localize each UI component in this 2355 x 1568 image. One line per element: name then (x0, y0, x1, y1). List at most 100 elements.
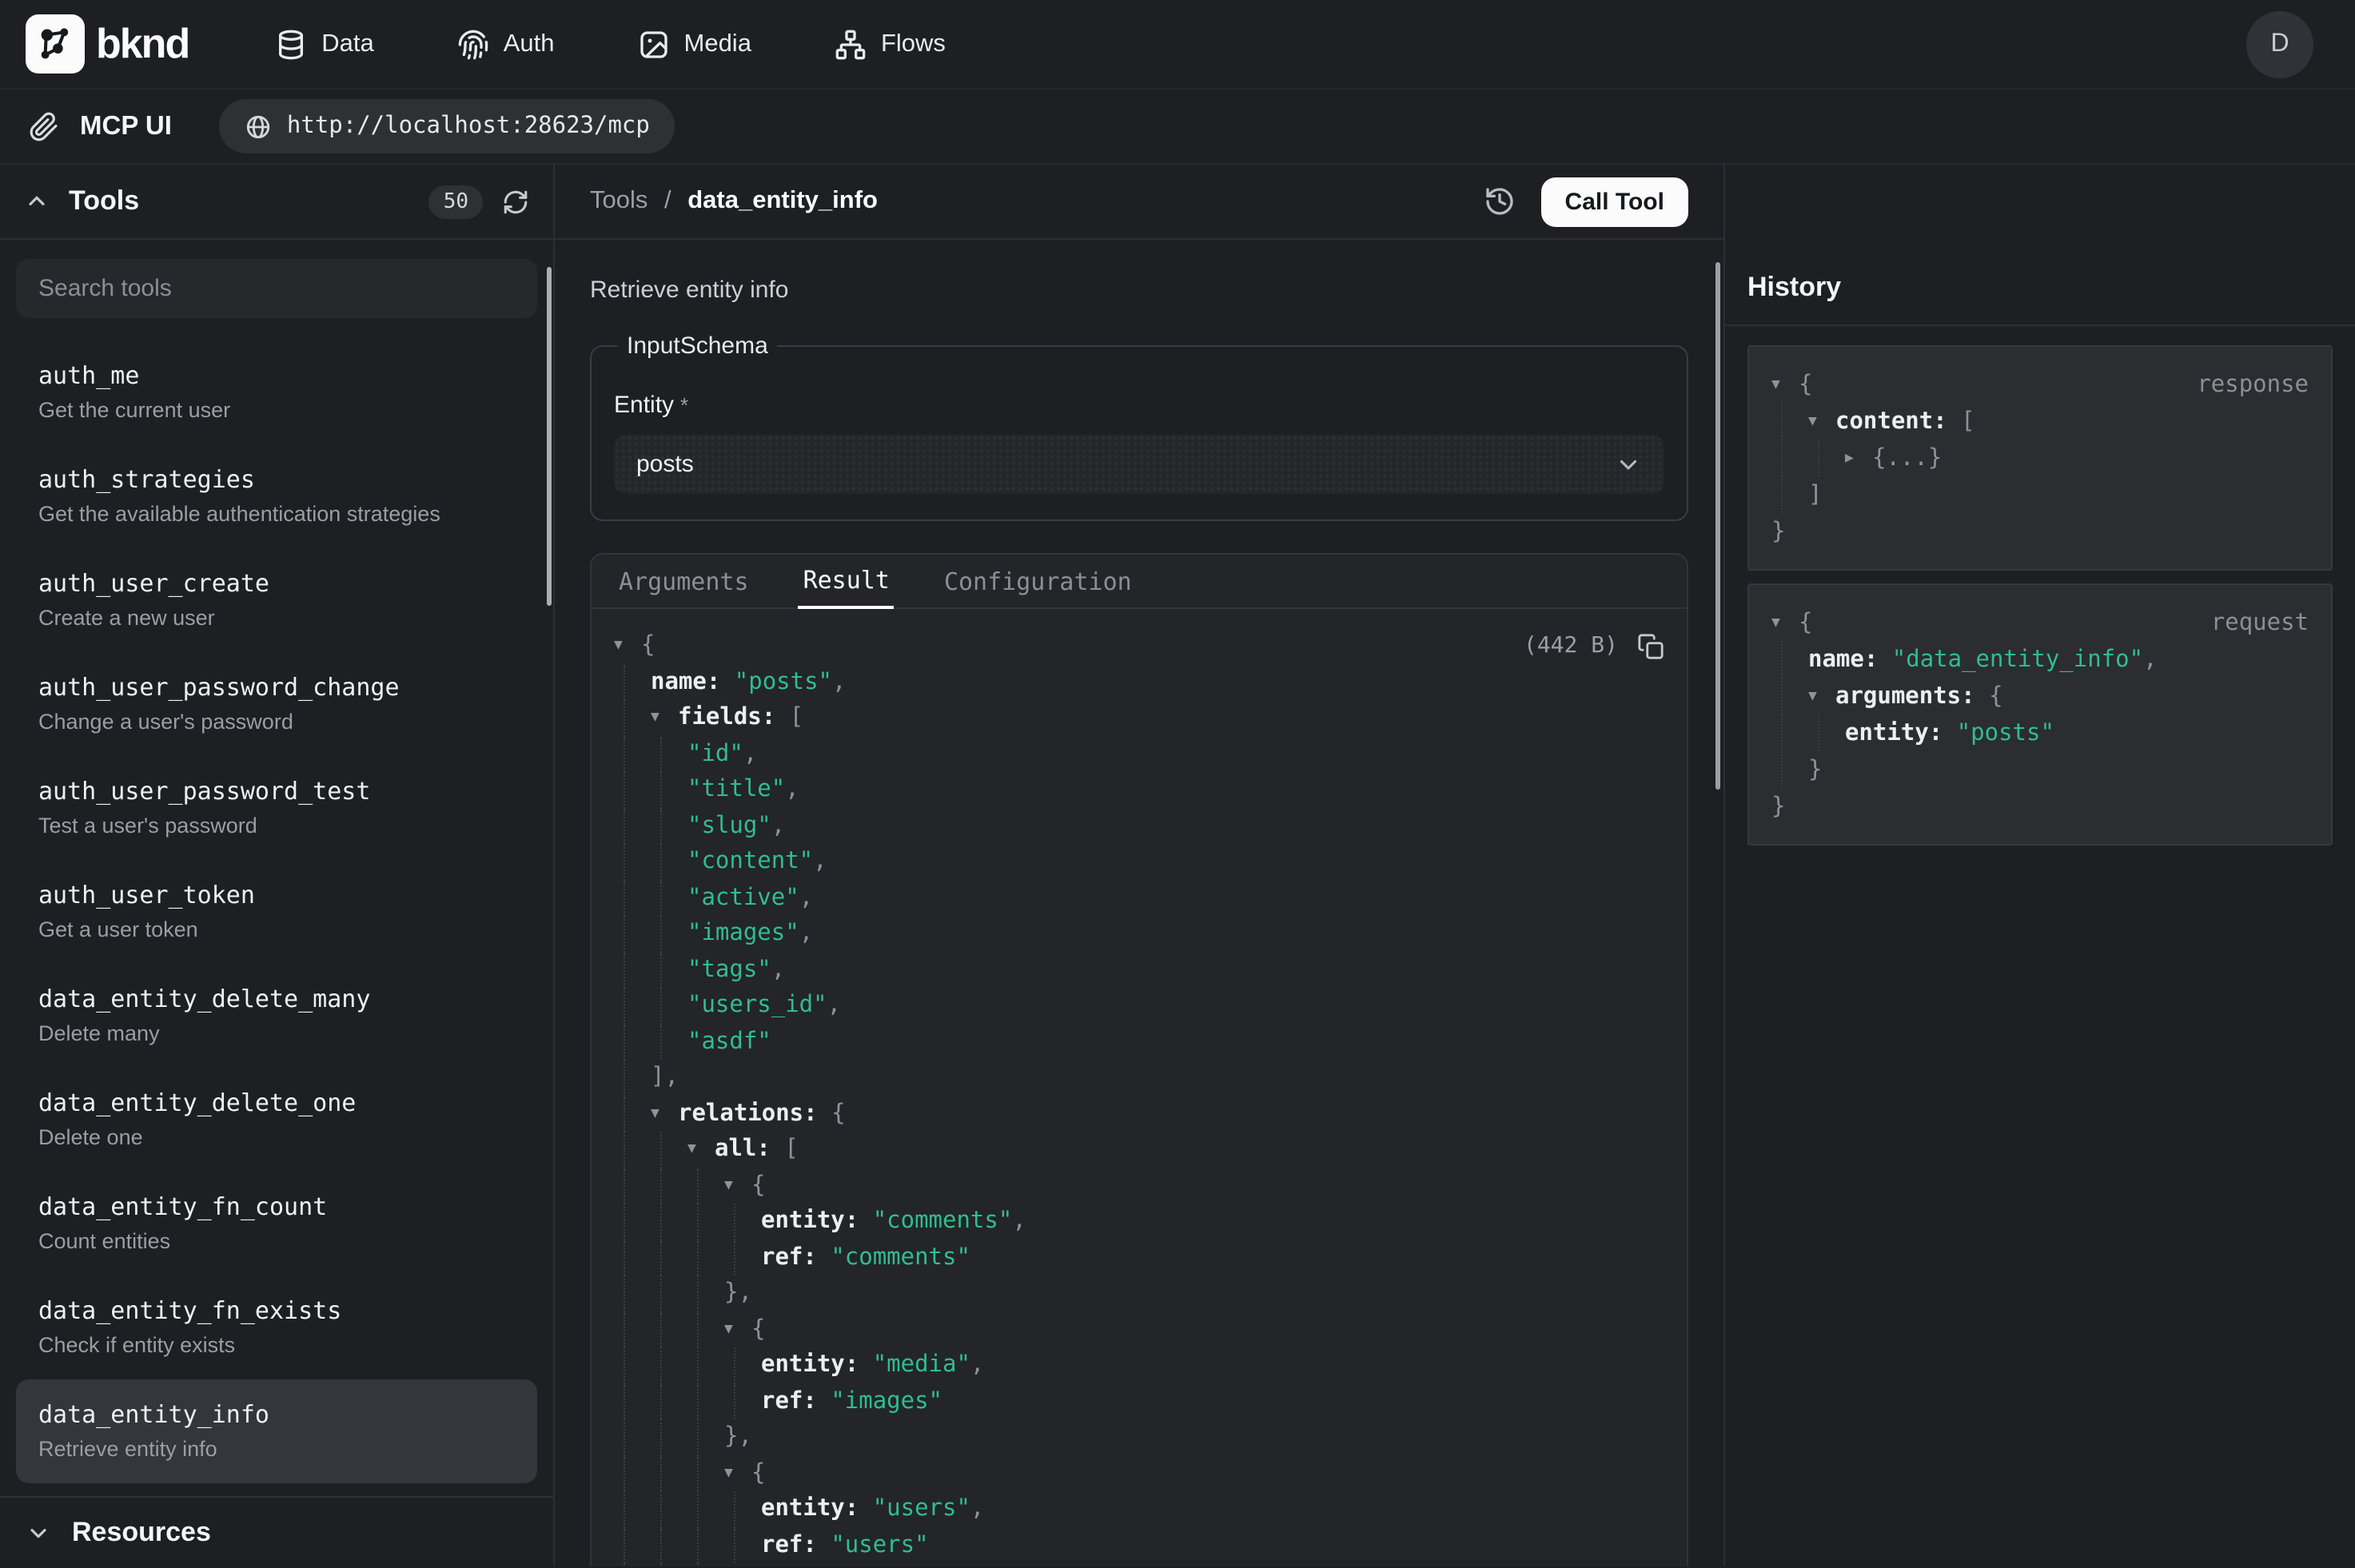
json-line: "tags", (614, 952, 1664, 988)
tool-list-item[interactable]: data_entity_delete_oneDelete one (16, 1068, 537, 1172)
indent-guide (651, 952, 687, 988)
fingerprint-icon (457, 28, 489, 60)
main-scrollbar-thumb[interactable] (1715, 262, 1720, 790)
json-punct: [ (784, 1137, 798, 1163)
json-punct: { (1799, 372, 1812, 397)
json-punct: , (799, 921, 813, 947)
tool-list-item[interactable]: data_entity_fn_existsCheck if entity exi… (16, 1275, 537, 1379)
collapse-toggle-icon[interactable]: ▼ (651, 1106, 678, 1122)
result-card: ArgumentsResultConfiguration ▼{(442 B)na… (590, 553, 1688, 1566)
chevron-up-icon[interactable] (24, 189, 50, 214)
collapse-toggle-icon[interactable]: ▼ (724, 1322, 751, 1338)
indent-guide (614, 700, 651, 736)
collapse-toggle-icon[interactable]: ▼ (1771, 376, 1799, 392)
collapse-toggle-icon[interactable]: ▼ (724, 1178, 751, 1194)
tool-name: data_entity_delete_many (38, 985, 515, 1015)
collapse-toggle-icon[interactable]: ▼ (651, 710, 678, 726)
json-punct: , (785, 778, 799, 803)
indent-guide (687, 1419, 724, 1455)
json-line: "title", (614, 772, 1664, 808)
entity-select[interactable]: posts (614, 435, 1664, 494)
resources-section-header[interactable]: Resources (0, 1496, 553, 1566)
tool-list-item[interactable]: auth_user_createCreate a new user (16, 548, 537, 652)
search-input[interactable] (16, 259, 537, 318)
json-line: "images", (614, 916, 1664, 952)
tool-list-item[interactable]: auth_meGet the current user (16, 340, 537, 444)
user-avatar[interactable]: D (2246, 10, 2313, 78)
indent-guide (614, 1275, 651, 1311)
indent-guide (724, 1383, 761, 1419)
tools-header[interactable]: Tools 50 (0, 165, 553, 240)
json-punct: { (751, 1461, 765, 1486)
tab-arguments[interactable]: Arguments (614, 555, 754, 607)
indent-guide (1771, 641, 1808, 678)
mcp-url-chip[interactable]: http://localhost:28623/mcp (220, 99, 675, 153)
tool-name: auth_user_create (38, 569, 515, 599)
json-line: }, (614, 1419, 1664, 1455)
collapse-toggle-icon[interactable]: ▼ (1808, 688, 1835, 704)
json-string: "asdf" (687, 1029, 771, 1055)
indent-guide (687, 1240, 724, 1275)
breadcrumb-section[interactable]: Tools (590, 187, 648, 214)
tool-list-item[interactable]: auth_user_password_testTest a user's pas… (16, 756, 537, 860)
tool-desc: Count entities (38, 1228, 515, 1255)
indent-guide (687, 1491, 724, 1527)
history-card-response[interactable]: ▼{response▼content: [▶{...}]} (1747, 345, 2333, 571)
tab-configuration[interactable]: Configuration (939, 555, 1137, 607)
indent-guide (614, 1060, 651, 1096)
tool-name: auth_strategies (38, 465, 515, 495)
json-key: all: (715, 1137, 784, 1163)
sidebar-scrollbar-thumb[interactable] (547, 267, 552, 606)
globe-icon (245, 113, 273, 140)
tool-list-item[interactable]: auth_user_password_changeChange a user's… (16, 652, 537, 756)
indent-guide (614, 736, 651, 772)
mcp-title-label: MCP UI (80, 111, 172, 141)
indent-guide (614, 880, 651, 916)
json-string: "content" (687, 850, 813, 875)
call-tool-button[interactable]: Call Tool (1541, 177, 1688, 226)
indent-guide (651, 1383, 687, 1419)
json-line: ▼relations: { (614, 1096, 1664, 1132)
tool-desc: Change a user's password (38, 708, 515, 735)
nav-item-flows[interactable]: Flows (835, 28, 946, 60)
json-key: entity: (761, 1497, 873, 1522)
tab-result[interactable]: Result (799, 555, 895, 609)
mcp-title: MCP UI (29, 111, 172, 141)
expand-toggle-icon[interactable]: ▶ (1845, 450, 1872, 466)
json-meta: (442 B) (1524, 633, 1664, 660)
json-line: } (1771, 751, 2309, 788)
json-line: ▼{request (1771, 604, 2309, 641)
json-line: "asdf" (614, 1024, 1664, 1060)
indent-guide (687, 1347, 724, 1383)
copy-icon[interactable] (1637, 633, 1664, 660)
tool-list-item[interactable]: data_entity_delete_manyDelete many (16, 964, 537, 1068)
indent-guide (614, 1455, 651, 1491)
collapse-toggle-icon[interactable]: ▼ (724, 1466, 751, 1482)
history-icon[interactable] (1484, 185, 1516, 217)
tool-list-item[interactable]: data_entity_fn_countCount entities (16, 1172, 537, 1275)
nav-item-data[interactable]: Data (275, 28, 374, 60)
collapse-toggle-icon[interactable]: ▼ (614, 639, 641, 655)
history-card-request[interactable]: ▼{requestname: "data_entity_info",▼argum… (1747, 583, 2333, 846)
indent-guide (651, 1024, 687, 1060)
indent-guide (724, 1204, 761, 1240)
indent-guide (651, 880, 687, 916)
collapse-toggle-icon[interactable]: ▼ (687, 1142, 715, 1158)
indent-guide (1808, 714, 1845, 751)
tool-desc: Retrieve entity info (38, 1435, 515, 1463)
json-key: ref: (761, 1389, 831, 1415)
tool-list-item[interactable]: data_entity_infoRetrieve entity info (16, 1379, 537, 1483)
nav-item-auth[interactable]: Auth (457, 28, 555, 60)
json-line: ref: "comments" (614, 1240, 1664, 1275)
tool-name: auth_user_password_test (38, 777, 515, 807)
json-punct: , (827, 993, 841, 1019)
tool-list-item[interactable]: auth_user_tokenGet a user token (16, 860, 537, 964)
json-punct: ] (1808, 482, 1822, 507)
collapse-toggle-icon[interactable]: ▼ (1771, 615, 1799, 631)
collapse-toggle-icon[interactable]: ▼ (1808, 413, 1835, 429)
nav-item-media[interactable]: Media (638, 28, 751, 60)
refresh-icon[interactable] (502, 188, 529, 215)
tool-list-item[interactable]: auth_strategiesGet the available authent… (16, 444, 537, 548)
indent-guide (614, 988, 651, 1024)
brand[interactable]: bknd (26, 14, 189, 74)
